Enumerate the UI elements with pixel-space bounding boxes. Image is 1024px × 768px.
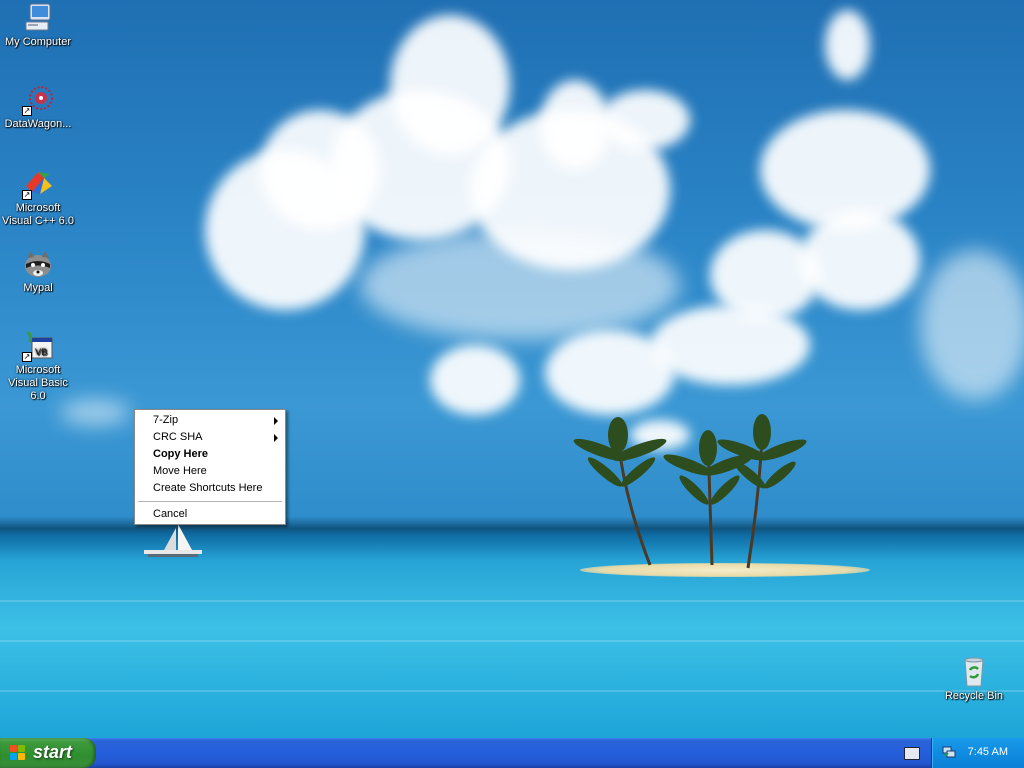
cloud (540, 80, 610, 170)
desktop-icon-visual-cpp[interactable]: ↗ Microsoft Visual C++ 6.0 (0, 168, 76, 228)
cloud (920, 250, 1024, 400)
svg-text:VB: VB (35, 348, 47, 358)
desktop-icon-label: Microsoft Visual Basic 6.0 (8, 364, 68, 402)
shortcut-arrow-icon: ↗ (22, 190, 32, 200)
mypal-raccoon-icon (22, 248, 54, 280)
menu-item-create-shortcuts-here[interactable]: Create Shortcuts Here (135, 480, 285, 497)
cloud (650, 305, 810, 385)
submenu-arrow-icon (274, 434, 278, 442)
start-button[interactable]: start (0, 738, 96, 768)
taskbar: start 7:45 AM (0, 738, 1024, 768)
start-label: start (33, 742, 73, 762)
visual-basic-icon: VB ↗ (22, 330, 54, 362)
cloud (60, 400, 130, 425)
keyboard-layout-icon[interactable] (904, 747, 920, 760)
menu-item-label: Copy Here (153, 448, 209, 460)
menu-item-7zip[interactable]: 7-Zip (135, 412, 285, 429)
sea-highlight (0, 600, 1024, 602)
desktop-icon-label: Mypal (23, 282, 53, 294)
clock[interactable]: 7:45 AM (968, 746, 1008, 758)
menu-item-label: Move Here (153, 465, 207, 477)
menu-item-copy-here[interactable]: Copy Here (135, 446, 285, 463)
desktop-icon-datawagon[interactable]: ↗ DataWagon... (0, 84, 76, 131)
windows-logo-icon (10, 745, 26, 761)
desktop-icon-my-computer[interactable]: My Computer (0, 2, 76, 49)
desktop-icon-label: My Computer (4, 36, 72, 48)
desktop-wallpaper: My Computer ↗ DataWagon... ↗ Microsoft V… (0, 0, 1024, 738)
sea-highlight (0, 690, 1024, 692)
menu-item-label: Create Shortcuts Here (153, 482, 263, 494)
menu-separator (138, 501, 282, 502)
shortcut-arrow-icon: ↗ (22, 106, 32, 116)
cloud (800, 210, 920, 310)
palm-trees (573, 414, 807, 569)
menu-item-label: 7-Zip (153, 414, 179, 426)
shortcut-arrow-icon: ↗ (22, 352, 32, 362)
cloud (430, 345, 520, 415)
desktop-icon-label: Microsoft Visual C++ 6.0 (2, 202, 74, 227)
menu-item-cancel[interactable]: Cancel (135, 506, 285, 523)
my-computer-icon (22, 2, 54, 34)
sailboat (144, 524, 202, 557)
cloud (825, 10, 870, 80)
datawagon-icon: ↗ (22, 84, 54, 116)
menu-item-label: CRC SHA (153, 431, 203, 443)
visual-cpp-icon: ↗ (22, 168, 54, 200)
desktop-icon-label: Recycle Bin (944, 690, 1004, 702)
menu-item-move-here[interactable]: Move Here (135, 463, 285, 480)
network-icon[interactable] (942, 745, 956, 759)
menu-item-label: Cancel (153, 508, 188, 520)
recycle-bin-icon (958, 656, 990, 688)
submenu-arrow-icon (274, 417, 278, 425)
system-tray: 7:45 AM (931, 738, 1024, 768)
desktop-icon-mypal[interactable]: Mypal (0, 248, 76, 295)
desktop-icon-recycle-bin[interactable]: Recycle Bin (936, 656, 1012, 703)
context-menu: 7-Zip CRC SHA Copy Here Move Here Create… (134, 409, 286, 525)
menu-item-crc-sha[interactable]: CRC SHA (135, 429, 285, 446)
cloud (600, 90, 690, 150)
cloud (360, 230, 680, 340)
sea-highlight (0, 640, 1024, 642)
desktop-icon-visual-basic[interactable]: VB ↗ Microsoft Visual Basic 6.0 (0, 330, 76, 403)
desktop-icon-label: DataWagon... (4, 118, 72, 130)
